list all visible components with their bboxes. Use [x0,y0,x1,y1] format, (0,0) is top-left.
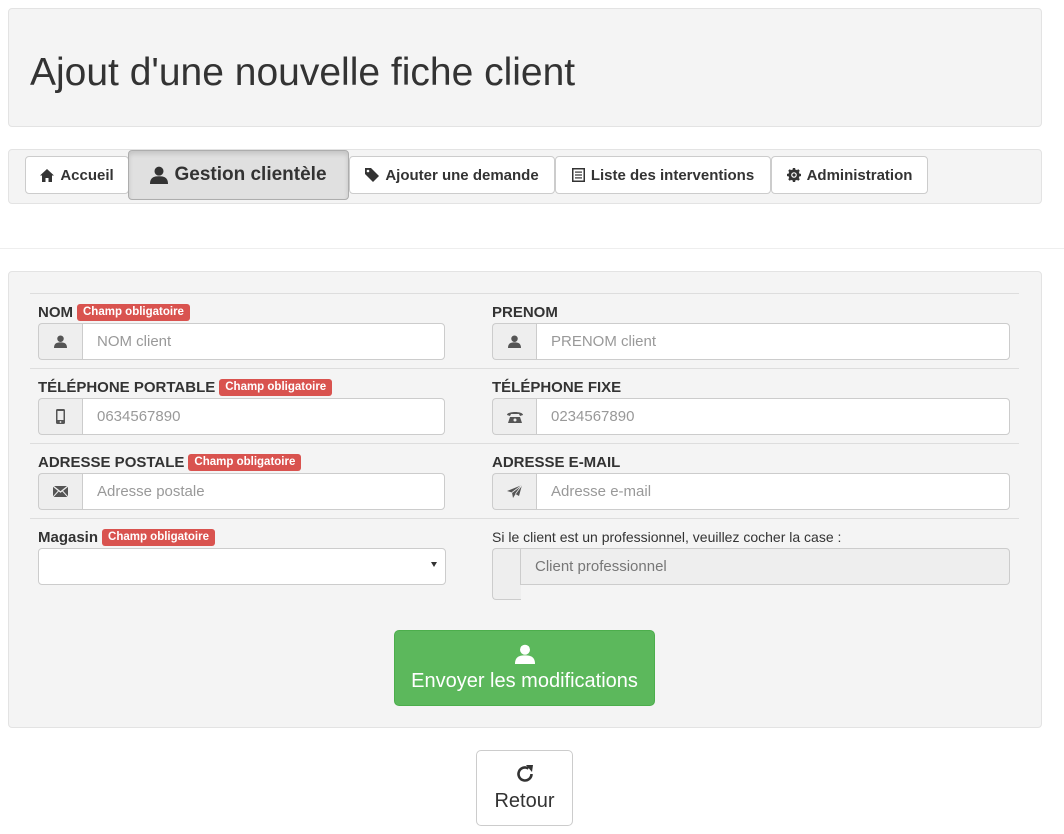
landline-icon [492,398,536,435]
nav-label: Gestion clientèle [174,164,327,185]
divider [30,368,1019,369]
prenom-label: PRENOM [492,304,558,321]
caret-down-icon [431,562,437,567]
tel-portable-label: TÉLÉPHONE PORTABLE Champ obligatoire [38,379,333,396]
required-badge: Champ obligatoire [102,529,215,546]
divider [30,293,1019,294]
prenom-input-group [492,323,1010,360]
user-icon [492,323,536,360]
tel-fixe-input-group [492,398,1010,435]
tel-fixe-input[interactable] [536,398,1010,435]
professionnel-label: Si le client est un professionnel, veuil… [492,529,842,545]
magasin-select[interactable] [38,548,446,585]
user-icon [38,323,82,360]
magasin-label: Magasin Champ obligatoire [38,529,215,546]
back-label: Retour [494,789,555,812]
nav-liste-interventions-button[interactable]: Liste des interventions [555,156,771,194]
page-title: Ajout d'une nouvelle fiche client [30,51,576,94]
tel-portable-input[interactable] [82,398,445,435]
divider [30,518,1019,519]
nav-ajouter-demande-button[interactable]: Ajouter une demande [349,156,555,194]
send-icon [492,473,536,510]
required-badge: Champ obligatoire [219,379,333,396]
back-button[interactable]: Retour [476,750,573,826]
submit-button[interactable]: Envoyer les modifications [394,630,655,706]
required-badge: Champ obligatoire [77,304,190,321]
professionnel-checkbox[interactable] [492,548,521,600]
gear-icon [786,168,801,182]
phone-icon [38,398,82,435]
list-icon [571,168,585,182]
page-header: Ajout d'une nouvelle fiche client [8,8,1042,127]
tag-icon [365,168,380,182]
tel-fixe-label: TÉLÉPHONE FIXE [492,379,622,396]
nav-gestion-clientele-button[interactable]: Gestion clientèle [128,150,349,200]
envelope-icon [38,473,82,510]
refresh-icon [516,764,533,782]
required-badge: Champ obligatoire [188,454,302,471]
nav-administration-button[interactable]: Administration [771,156,928,194]
prenom-input[interactable] [536,323,1010,360]
divider [0,248,1064,249]
user-icon [514,644,535,664]
tel-portable-input-group [38,398,445,435]
nav-label: Liste des interventions [590,166,755,184]
nav-label: Ajouter une demande [385,166,539,184]
adresse-label: ADRESSE POSTALE Champ obligatoire [38,454,302,471]
email-input-group [492,473,1010,510]
nav-accueil-button[interactable]: Accueil [25,156,129,194]
nav-label: Accueil [60,166,114,184]
divider [30,443,1019,444]
email-label: ADRESSE E-MAIL [492,454,621,471]
adresse-input-group [38,473,445,510]
nom-input[interactable] [82,323,445,360]
nom-label: NOM Champ obligatoire [38,304,190,321]
user-icon [150,166,169,184]
home-icon [40,168,55,182]
submit-label: Envoyer les modifications [411,669,638,692]
professionnel-field: Client professionnel [520,548,1010,585]
email-input[interactable] [536,473,1010,510]
nom-input-group [38,323,445,360]
nav-label: Administration [806,166,913,184]
adresse-input[interactable] [82,473,445,510]
